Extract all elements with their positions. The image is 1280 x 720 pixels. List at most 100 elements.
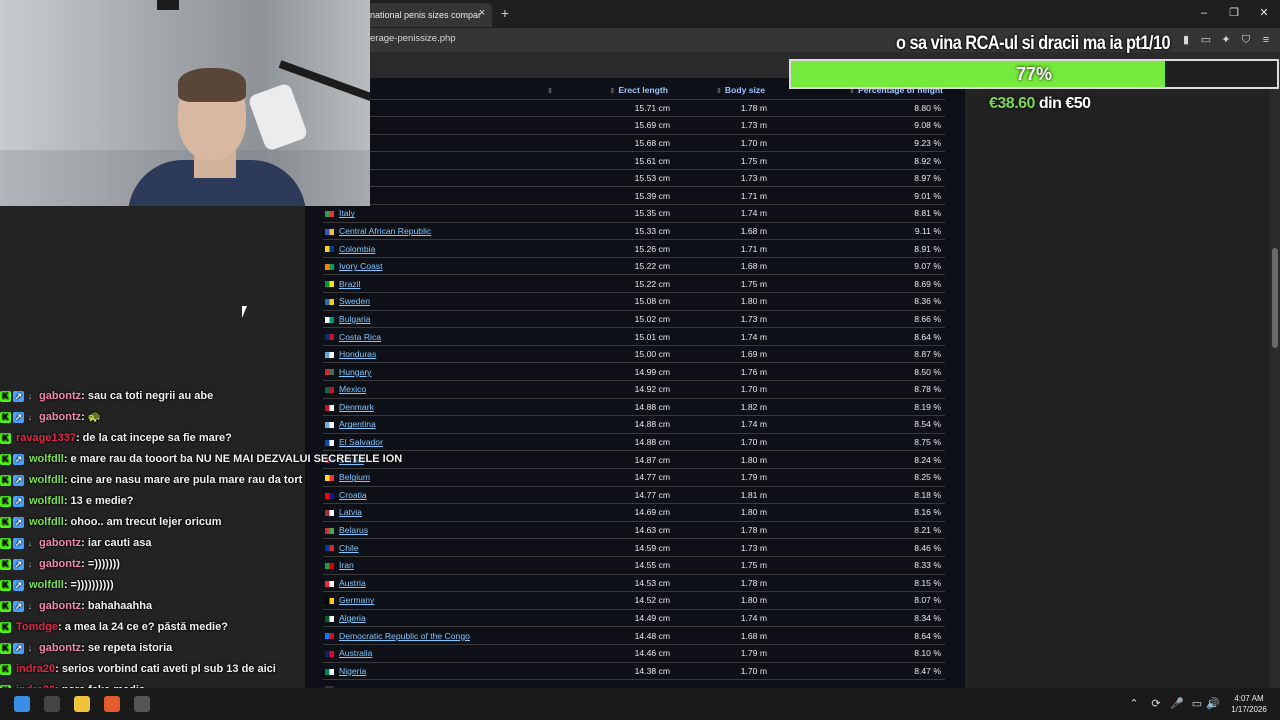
restore-icon[interactable]: ❐ bbox=[1225, 5, 1243, 21]
tab-close-icon[interactable]: × bbox=[476, 6, 488, 20]
clock[interactable]: 4:07 AM 1/17/2026 bbox=[1226, 693, 1272, 715]
new-tab-icon[interactable]: + bbox=[498, 5, 512, 21]
chat-username[interactable]: wolfdll bbox=[29, 495, 64, 507]
country-link[interactable]: Colombia bbox=[339, 244, 375, 254]
sparkle-icon[interactable]: ✦ bbox=[1218, 32, 1234, 48]
erect-length-cell: 14.88 cm bbox=[558, 433, 670, 452]
chat-message: K ↗ ↓ gabontz: se repeta istoria bbox=[0, 638, 172, 659]
country-cell: Ivory Coast bbox=[323, 257, 558, 276]
erect-length-cell: 14.48 cm bbox=[558, 626, 670, 645]
erect-length-cell: 14.55 cm bbox=[558, 556, 670, 575]
sort-icon[interactable]: ⇕ bbox=[609, 88, 615, 95]
percentage-cell: 8.54 % bbox=[767, 415, 945, 434]
country-link[interactable]: Italy bbox=[339, 208, 355, 218]
country-flag-icon bbox=[325, 263, 334, 270]
table-row: Ivory Coast 15.22 cm 1.68 m 9.07 % bbox=[323, 257, 945, 276]
chat-username[interactable]: wolfdll bbox=[29, 516, 64, 528]
wallet-icon[interactable]: ▭ bbox=[1198, 32, 1214, 48]
chat-message: K ↗ ↓ gabontz: bahahaahha bbox=[0, 596, 152, 617]
country-link[interactable]: Costa Rica bbox=[339, 332, 381, 342]
taskbar: ⌃ ⟳ 🎤 ▭ 🔊 4:07 AM 1/17/2026 bbox=[0, 688, 1280, 720]
chat-username[interactable]: gabontz bbox=[39, 411, 81, 423]
sidebar-icon[interactable]: ▮ bbox=[1178, 32, 1194, 48]
chat-message: K ↗ wolfdll: cine are nasu mare are pula m… bbox=[0, 470, 302, 491]
browser-tab[interactable]: national penis sizes compar bbox=[362, 3, 492, 27]
menu-icon[interactable]: ≡ bbox=[1258, 32, 1274, 48]
country-link[interactable]: Central African Republic bbox=[339, 226, 431, 236]
chat-username[interactable]: gabontz bbox=[39, 642, 81, 654]
close-window-icon[interactable]: ✕ bbox=[1255, 5, 1273, 21]
body-size-cell: 1.79 m bbox=[670, 644, 767, 663]
kick-badge-icon: K bbox=[0, 558, 11, 570]
sub-badge-icon: ↓ bbox=[27, 600, 33, 611]
chat-username[interactable]: gabontz bbox=[39, 600, 81, 612]
percentage-cell: 8.66 % bbox=[767, 310, 945, 329]
erect-length-cell: 14.92 cm bbox=[558, 380, 670, 399]
minimize-icon[interactable]: – bbox=[1195, 5, 1213, 21]
erect-length-column-header[interactable]: ⇕ Erect length bbox=[558, 81, 670, 100]
shield-icon[interactable]: ⛉ bbox=[1238, 32, 1254, 48]
table-row: Italy 15.35 cm 1.74 m 8.81 % bbox=[323, 204, 945, 223]
body-size-cell: 1.71 m bbox=[670, 186, 767, 206]
country-link[interactable]: Bulgaria bbox=[339, 314, 371, 324]
chat-username[interactable]: Tomdge bbox=[16, 621, 58, 633]
network-icon[interactable]: ▭ bbox=[1190, 697, 1204, 711]
body-size-column-header[interactable]: ⇕ Body size bbox=[670, 81, 767, 100]
chat-username[interactable]: indra20 bbox=[16, 663, 55, 675]
country-link[interactable]: Hungary bbox=[339, 367, 371, 377]
tray-chevron-icon[interactable]: ⌃ bbox=[1127, 697, 1141, 711]
country-link[interactable]: Sweden bbox=[339, 296, 370, 306]
country-flag-icon bbox=[325, 351, 334, 358]
body-size-cell: 1.76 m bbox=[670, 362, 767, 381]
country-link[interactable]: Honduras bbox=[339, 349, 376, 359]
folder-icon[interactable] bbox=[74, 696, 90, 712]
percentage-cell: 8.69 % bbox=[767, 274, 945, 294]
app-icon[interactable] bbox=[134, 696, 150, 712]
volume-icon[interactable]: 🔊 bbox=[1206, 697, 1220, 711]
country-link[interactable]: Brazil bbox=[339, 279, 361, 289]
streamer-hair bbox=[178, 68, 246, 102]
chat-username[interactable]: gabontz bbox=[39, 537, 81, 549]
percentage-cell: 9.07 % bbox=[767, 257, 945, 276]
scrollbar-thumb[interactable] bbox=[1272, 248, 1278, 348]
microphone-icon[interactable]: 🎤 bbox=[1170, 697, 1184, 711]
mouse-cursor-icon bbox=[242, 306, 247, 318]
percentage-cell: 9.23 % bbox=[767, 134, 945, 153]
chat-message: K Tomdge: a mea la 24 ce e? păstă medie? bbox=[0, 617, 228, 638]
table-row: Sweden 15.08 cm 1.80 m 8.36 % bbox=[323, 292, 945, 311]
chat-username[interactable]: wolfdll bbox=[29, 579, 64, 591]
sub-badge-icon: ↓ bbox=[27, 390, 33, 401]
boost-badge-icon: ↗ bbox=[13, 558, 24, 570]
kick-badge-icon: K bbox=[0, 432, 11, 444]
sort-icon[interactable]: ⇕ bbox=[547, 88, 553, 95]
chat-username[interactable]: ravage1337 bbox=[16, 432, 76, 444]
country-flag-icon bbox=[325, 228, 334, 235]
sync-icon[interactable]: ⟳ bbox=[1149, 697, 1163, 711]
body-size-cell bbox=[670, 679, 767, 688]
page-scrollbar[interactable] bbox=[1270, 78, 1280, 688]
url-text[interactable]: erage-penissize.php bbox=[370, 33, 456, 44]
percentage-cell: 8.64 % bbox=[767, 327, 945, 346]
start-icon[interactable] bbox=[14, 696, 30, 712]
body-size-cell: 1.74 m bbox=[670, 204, 767, 223]
chat-username[interactable]: wolfdll bbox=[29, 453, 64, 465]
country-link[interactable]: Ivory Coast bbox=[339, 261, 382, 271]
chat-username[interactable]: gabontz bbox=[39, 390, 81, 402]
search-icon[interactable] bbox=[44, 696, 60, 712]
goal-title: o sa vina RCA-ul si dracii ma ia pt1/10 bbox=[896, 33, 1171, 54]
chat-text: : =)))))))))) bbox=[63, 579, 114, 591]
sort-icon[interactable]: ⇕ bbox=[716, 88, 722, 95]
table-row: 15.71 cm 1.78 m 8.80 % bbox=[323, 99, 945, 118]
percentage-cell: 8.80 % bbox=[767, 99, 945, 118]
browser-icon[interactable] bbox=[104, 696, 120, 712]
kick-badge-icon: K bbox=[0, 411, 11, 423]
kick-badge-icon: K bbox=[0, 579, 11, 591]
country-flag-icon bbox=[325, 299, 334, 306]
sub-badge-icon: ↓ bbox=[27, 558, 33, 569]
country-cell: Bulgaria bbox=[323, 310, 558, 329]
sub-badge-icon: ↓ bbox=[27, 537, 33, 548]
chat-username[interactable]: wolfdll bbox=[29, 474, 64, 486]
table-row: 15.61 cm 1.75 m 8.92 % bbox=[323, 151, 945, 170]
country-flag-icon bbox=[325, 246, 334, 253]
chat-username[interactable]: gabontz bbox=[39, 558, 81, 570]
